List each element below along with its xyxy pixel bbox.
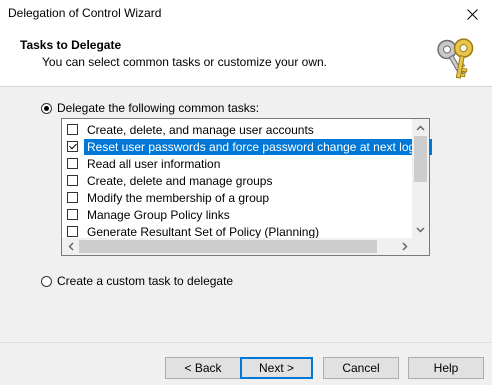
task-item[interactable]: Read all user information (62, 155, 413, 172)
wizard-header: Tasks to Delegate You can select common … (0, 28, 492, 87)
task-item[interactable]: Modify the membership of a group (62, 189, 413, 206)
task-label: Read all user information (87, 156, 221, 171)
wizard-window: Delegation of Control Wizard Tasks to De… (0, 0, 492, 385)
task-checkbox[interactable] (67, 209, 78, 220)
scroll-left-button[interactable] (62, 238, 79, 255)
cancel-button[interactable]: Cancel (323, 357, 399, 379)
task-label: Create, delete and manage groups (87, 173, 273, 188)
window-title: Delegation of Control Wizard (8, 6, 162, 20)
close-icon (466, 8, 478, 20)
page-subtitle: You can select common tasks or customize… (42, 55, 328, 69)
tasks-list: Create, delete, and manage user accounts… (62, 121, 432, 240)
task-item[interactable]: Create, delete, and manage user accounts (62, 121, 413, 138)
scroll-down-button[interactable] (412, 221, 429, 238)
scroll-right-button[interactable] (396, 238, 413, 255)
horizontal-scroll-thumb[interactable] (79, 240, 377, 253)
close-button[interactable] (452, 0, 492, 28)
task-checkbox[interactable] (67, 175, 78, 186)
scroll-up-button[interactable] (412, 119, 429, 136)
task-checkbox[interactable] (67, 158, 78, 169)
footer-divider (0, 342, 492, 343)
task-item[interactable]: Create, delete and manage groups (62, 172, 413, 189)
task-item[interactable]: Manage Group Policy links (62, 206, 413, 223)
task-label: Manage Group Policy links (87, 207, 230, 222)
task-checkbox[interactable] (67, 226, 78, 237)
chevron-down-icon (416, 227, 425, 232)
radio-label: Delegate the following common tasks: (57, 101, 260, 115)
tasks-listbox[interactable]: Create, delete, and manage user accounts… (61, 118, 432, 256)
task-label: Reset user passwords and force password … (84, 138, 432, 155)
page-title: Tasks to Delegate (20, 38, 122, 52)
help-button[interactable]: Help (408, 357, 484, 379)
radio-label: Create a custom task to delegate (57, 274, 234, 288)
vertical-scroll-thumb[interactable] (414, 136, 427, 182)
keys-icon (437, 38, 474, 79)
back-button[interactable]: < Back (165, 357, 241, 379)
chevron-left-icon (68, 242, 73, 251)
task-label: Modify the membership of a group (87, 190, 270, 205)
radio-button[interactable] (41, 275, 52, 287)
task-checkbox[interactable] (67, 124, 78, 135)
radio-custom-task[interactable]: Create a custom task to delegate (41, 274, 233, 288)
radio-button[interactable] (41, 102, 52, 114)
task-item[interactable]: Reset user passwords and force password … (62, 138, 432, 155)
horizontal-scrollbar[interactable] (62, 238, 413, 255)
task-checkbox[interactable] (67, 192, 78, 203)
chevron-right-icon (402, 242, 407, 251)
task-checkbox[interactable] (67, 141, 78, 152)
next-button[interactable]: Next > (240, 357, 313, 379)
chevron-up-icon (416, 125, 425, 130)
scrollbar-corner (412, 238, 429, 255)
title-bar: Delegation of Control Wizard (0, 0, 492, 28)
radio-delegate-common[interactable]: Delegate the following common tasks: (41, 101, 259, 115)
vertical-scrollbar[interactable] (412, 119, 429, 238)
task-label: Create, delete, and manage user accounts (87, 122, 314, 137)
